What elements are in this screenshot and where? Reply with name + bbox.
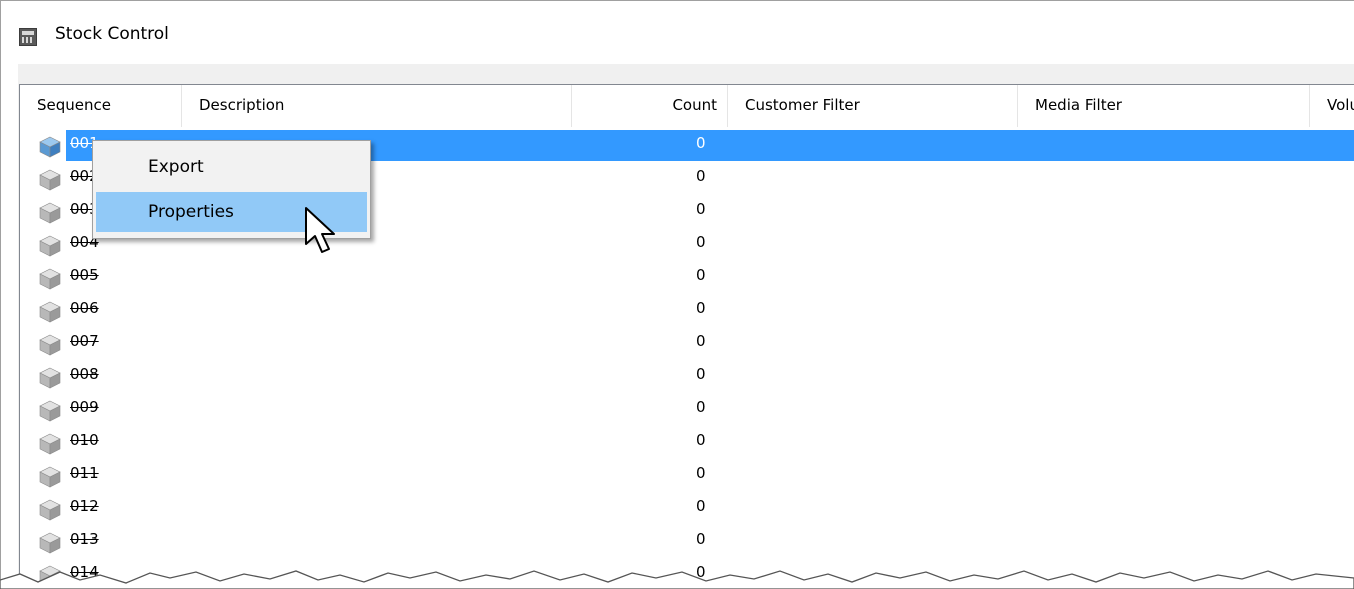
stock-item-cube-icon: [39, 499, 61, 521]
table-row[interactable]: 011 0: [20, 459, 1354, 492]
stock-item-cube-icon: [39, 367, 61, 389]
stock-item-cube-icon: [39, 169, 61, 191]
window-title: Stock Control: [55, 24, 169, 44]
sequence-cell: 012: [70, 497, 99, 515]
stock-item-cube-icon: [39, 235, 61, 257]
table-row[interactable]: 007 0: [20, 327, 1354, 360]
count-cell: 0: [696, 266, 706, 284]
list-header: Sequence Description Count Customer Filt…: [20, 85, 1354, 127]
sequence-cell: 009: [70, 398, 99, 416]
count-cell: 0: [696, 233, 706, 251]
table-row[interactable]: 013 0: [20, 525, 1354, 558]
torn-edge: [0, 570, 1354, 589]
stock-item-cube-icon: [39, 202, 61, 224]
stock-item-cube-icon: [39, 334, 61, 356]
count-cell: 0: [696, 332, 706, 350]
table-row[interactable]: 006 0: [20, 294, 1354, 327]
column-header-count[interactable]: Count: [572, 85, 728, 127]
count-cell: 0: [696, 530, 706, 548]
column-header-media-filter[interactable]: Media Filter: [1018, 85, 1310, 127]
sequence-cell: 005: [70, 266, 99, 284]
column-header-volume[interactable]: Volu: [1310, 85, 1354, 127]
sequence-cell: 011: [70, 464, 99, 482]
stock-item-cube-icon: [39, 433, 61, 455]
count-cell: 0: [696, 431, 706, 449]
sequence-cell: 008: [70, 365, 99, 383]
count-cell: 0: [696, 200, 706, 218]
sequence-cell: 013: [70, 530, 99, 548]
count-cell: 0: [696, 299, 706, 317]
count-cell: 0: [696, 398, 706, 416]
table-row[interactable]: 012 0: [20, 492, 1354, 525]
stock-item-cube-icon: [39, 400, 61, 422]
table-row[interactable]: 008 0: [20, 360, 1354, 393]
mouse-pointer-icon: [305, 207, 335, 253]
sequence-cell: 010: [70, 431, 99, 449]
count-cell: 0: [696, 167, 706, 185]
sequence-cell: 006: [70, 299, 99, 317]
count-cell: 0: [696, 365, 706, 383]
stock-item-cube-icon: [39, 136, 61, 158]
table-row[interactable]: 010 0: [20, 426, 1354, 459]
stock-item-cube-icon: [39, 268, 61, 290]
menu-item-export[interactable]: Export: [96, 147, 367, 187]
stock-item-cube-icon: [39, 301, 61, 323]
calculator-icon: [19, 28, 37, 46]
column-header-description[interactable]: Description: [182, 85, 572, 127]
stock-item-cube-icon: [39, 532, 61, 554]
count-cell: 0: [696, 134, 706, 152]
stock-item-cube-icon: [39, 466, 61, 488]
table-row[interactable]: 009 0: [20, 393, 1354, 426]
count-cell: 0: [696, 497, 706, 515]
table-row[interactable]: 005 0: [20, 261, 1354, 294]
sequence-cell: 007: [70, 332, 99, 350]
title-bar: Stock Control: [1, 1, 1354, 65]
column-header-sequence[interactable]: Sequence: [20, 85, 182, 127]
column-header-customer-filter[interactable]: Customer Filter: [728, 85, 1018, 127]
count-cell: 0: [696, 464, 706, 482]
